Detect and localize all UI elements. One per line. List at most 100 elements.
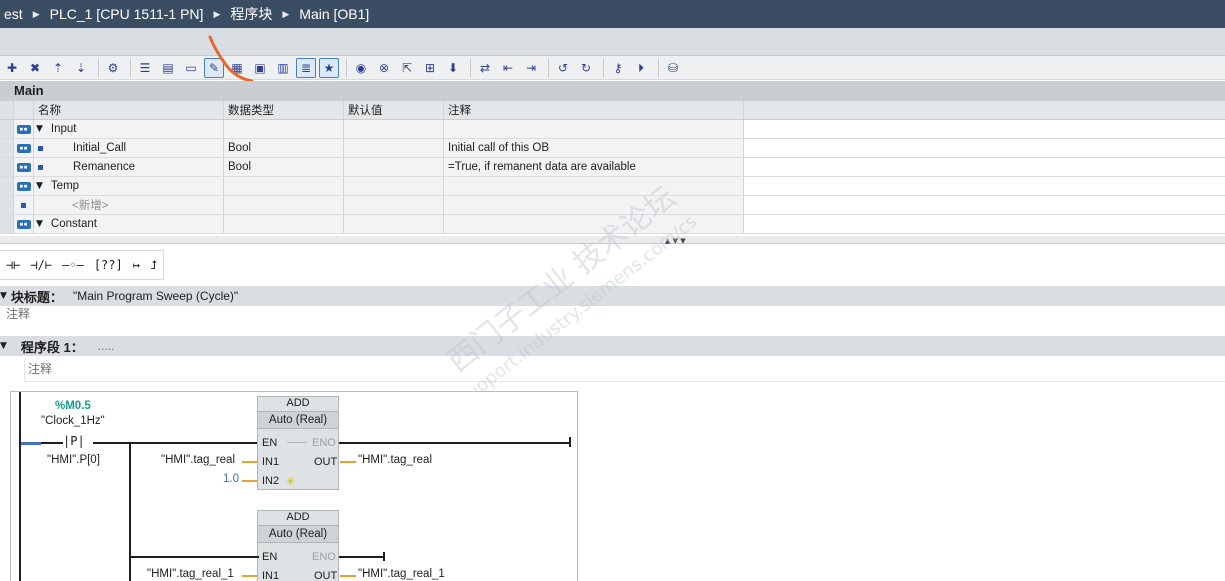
section-name: Input	[50, 123, 77, 135]
tag-info-icon[interactable]: ≣	[296, 57, 316, 78]
compare-icon[interactable]: ⇄	[475, 58, 495, 78]
in1-operand[interactable]: "HMI".tag_real_1	[147, 568, 234, 580]
breadcrumb-project[interactable]: est	[0, 6, 27, 22]
box-name: ADD	[286, 397, 310, 409]
p-edge-contact[interactable]: |P|	[63, 434, 85, 448]
toolbar-divider	[548, 58, 549, 77]
chevron-right-icon: ▶	[213, 8, 221, 19]
coil-icon[interactable]: –◦–	[58, 252, 88, 278]
expand-icon[interactable]: ☰	[135, 58, 155, 78]
wire-end	[569, 437, 571, 447]
annotation-mark	[208, 35, 254, 83]
interface-icon: ▪▪	[16, 181, 31, 191]
status-icon[interactable]: ⬇	[443, 58, 463, 78]
table-row[interactable]: ▪▪ ▼ Input	[0, 120, 1225, 139]
network-title-value[interactable]: .....	[98, 339, 115, 353]
block-comment[interactable]: 注释	[0, 307, 1225, 329]
param-comment[interactable]: =True, if remanent data are available	[444, 158, 744, 176]
prev-error-icon[interactable]: ⇤	[498, 58, 518, 78]
network-title-bar[interactable]: ▼ 程序段 1： .....	[0, 336, 1225, 356]
branch-wire	[129, 442, 131, 581]
move-down-icon[interactable]: ⇣	[71, 58, 91, 78]
table-row[interactable]: ▪▪ ▼ Temp	[0, 177, 1225, 196]
refresh-icon[interactable]: ↻	[576, 58, 596, 78]
chevron-right-icon: ▶	[32, 8, 40, 19]
show-favorites-icon[interactable]: ★	[319, 57, 339, 78]
col-default[interactable]: 默认值	[344, 101, 444, 119]
monitor-icon[interactable]: ⊞	[420, 58, 440, 78]
power-rail	[19, 392, 21, 581]
database-icon[interactable]: ⛁	[663, 58, 683, 78]
collapse-icon[interactable]: ▤	[158, 58, 178, 78]
insert-row-icon[interactable]: ✚	[2, 58, 22, 78]
empty-box-icon[interactable]: [??]	[90, 252, 127, 278]
toolbar-divider	[603, 58, 604, 77]
table-header: 名称 数据类型 默认值 注释	[0, 101, 1225, 120]
collapse-arrow-icon[interactable]: ▼	[36, 219, 43, 229]
network-settings-icon[interactable]: ⚙	[103, 58, 123, 78]
in1-operand[interactable]: "HMI".tag_real	[161, 454, 235, 466]
col-datatype[interactable]: 数据类型	[224, 101, 344, 119]
delete-row-icon[interactable]: ✖	[25, 58, 45, 78]
wire	[339, 556, 385, 558]
param-type[interactable]: Bool	[224, 139, 344, 157]
table-row[interactable]: ▪▪ Initial_Call Bool Initial call of thi…	[0, 139, 1225, 158]
wire	[41, 442, 65, 444]
monitor-modify-icon[interactable]: ⏵	[631, 58, 651, 78]
add-box-1[interactable]: ADD Auto (Real) EN ENO IN1 OUT IN2 ✳	[257, 396, 339, 490]
breadcrumb: est ▶ PLC_1 [CPU 1511-1 PN] ▶ 程序块 ▶ Main…	[0, 0, 1225, 28]
monitor-on-icon[interactable]: ⚷	[608, 58, 628, 78]
update-icon[interactable]: ↺	[553, 58, 573, 78]
out-operand[interactable]: "HMI".tag_real_1	[358, 568, 445, 580]
section-name: Temp	[50, 180, 80, 192]
breadcrumb-plc[interactable]: PLC_1 [CPU 1511-1 PN]	[46, 6, 208, 22]
editor-strip	[0, 28, 1225, 56]
toolbar-divider	[130, 58, 131, 77]
network-label: 程序段 1：	[20, 339, 84, 355]
toolbar-divider	[346, 58, 347, 77]
wire-end	[383, 552, 385, 561]
goto-icon[interactable]: ⇱	[397, 58, 417, 78]
block-title-label: 块标题：	[10, 289, 63, 305]
box-type-dropdown[interactable]: Auto (Real)	[258, 525, 338, 543]
breakpoint-icon[interactable]: ◉	[351, 58, 371, 78]
col-name[interactable]: 名称	[34, 101, 224, 119]
abs-display-icon[interactable]: ▥	[273, 58, 293, 78]
param-comment[interactable]: Initial call of this OB	[444, 139, 744, 157]
network-comment[interactable]: 注释	[24, 360, 1225, 382]
param-name: Initial_Call	[73, 142, 127, 154]
add-input-icon[interactable]: ✳	[286, 475, 295, 488]
add-box-2[interactable]: ADD Auto (Real) EN ENO IN1 OUT	[257, 510, 339, 581]
col-comment[interactable]: 注释	[444, 101, 744, 119]
clear-icon[interactable]: ⊗	[374, 58, 394, 78]
contact-address[interactable]: %M0.5	[55, 400, 91, 412]
param-type[interactable]: Bool	[224, 158, 344, 176]
table-row[interactable]: ▪▪ Remanence Bool =True, if remanent dat…	[0, 158, 1225, 177]
toolbar-divider	[98, 58, 99, 77]
wire	[93, 442, 259, 444]
breadcrumb-main-ob1[interactable]: Main [OB1]	[295, 6, 373, 22]
chevron-right-icon: ▶	[282, 8, 290, 19]
breadcrumb-program-blocks[interactable]: 程序块	[226, 4, 276, 24]
toolbar-divider	[470, 58, 471, 77]
edge-bit-operand[interactable]: "HMI".P[0]	[47, 454, 100, 466]
wire	[339, 442, 571, 444]
contact-symbol[interactable]: "Clock_1Hz"	[41, 415, 105, 427]
collapse-arrow-icon[interactable]: ▼	[0, 341, 7, 351]
move-up-icon[interactable]: ⇡	[48, 58, 68, 78]
close-branch-icon[interactable]: ⮥	[146, 252, 161, 278]
nc-contact-icon[interactable]: ⊣/⊢	[26, 252, 56, 278]
next-error-icon[interactable]: ⇥	[521, 58, 541, 78]
param-name: Remanence	[73, 161, 136, 173]
out-operand[interactable]: "HMI".tag_real	[358, 454, 432, 466]
box-type-dropdown[interactable]: Auto (Real)	[258, 411, 338, 429]
block-title-value[interactable]: "Main Program Sweep (Cycle)"	[73, 289, 238, 303]
collapse-arrow-icon[interactable]: ▼	[36, 124, 43, 134]
no-contact-icon[interactable]: ⊣⊢	[2, 252, 24, 278]
in2-operand[interactable]: 1.0	[223, 473, 239, 485]
add-new-placeholder[interactable]: <新增>	[34, 197, 108, 213]
view-icon[interactable]: ▭	[181, 58, 201, 78]
collapse-arrow-icon[interactable]: ▼	[0, 291, 7, 301]
open-branch-icon[interactable]: ↦	[129, 252, 144, 278]
collapse-arrow-icon[interactable]: ▼	[36, 181, 43, 191]
